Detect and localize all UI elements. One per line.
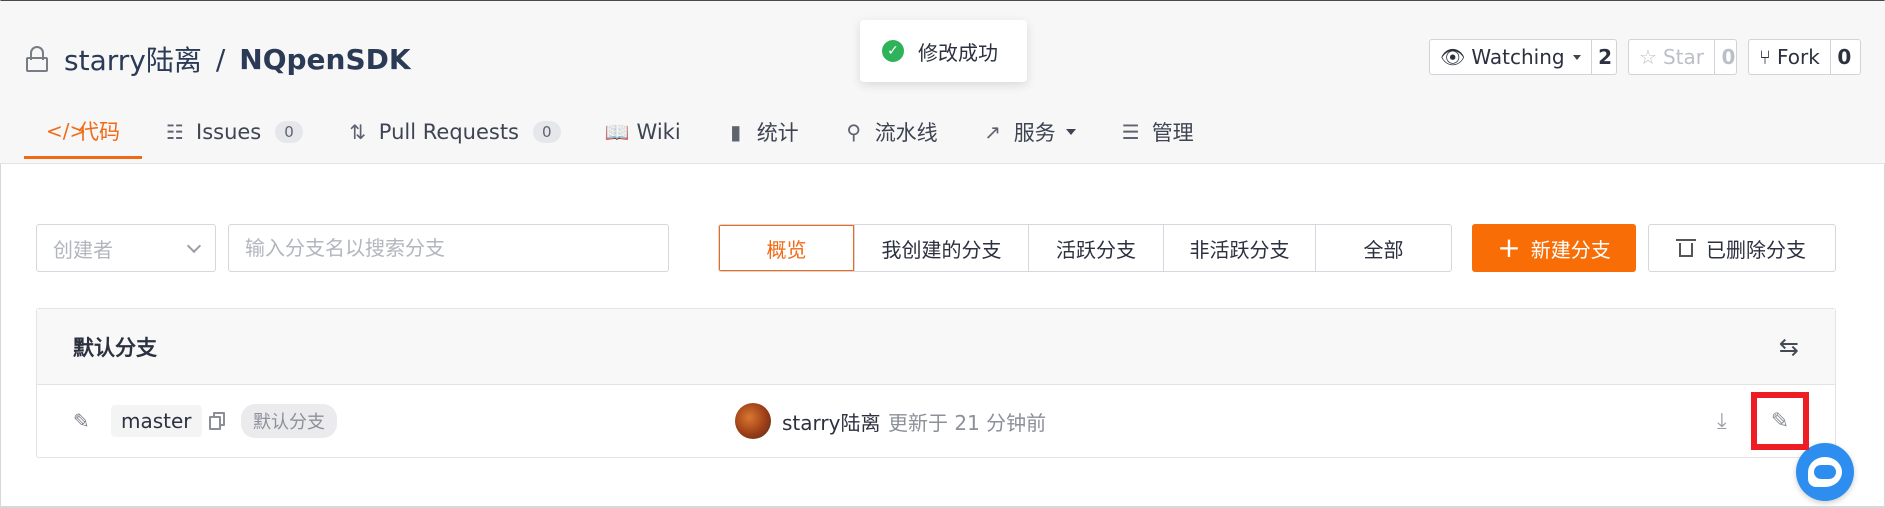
creator-select[interactable]: 创建者 xyxy=(36,224,216,272)
panel-header: 默认分支 ⇆ xyxy=(37,309,1835,385)
tab-issues-label: Issues xyxy=(196,120,262,144)
repo-owner-link[interactable]: starry陆离 xyxy=(64,39,202,79)
tab-stats[interactable]: ▮ 统计 xyxy=(703,105,821,159)
watch-button[interactable]: 👁 Watching 2 xyxy=(1429,39,1617,75)
watch-label: Watching xyxy=(1471,45,1565,69)
branch-filter-tabs: 概览 我创建的分支 活跃分支 非活跃分支 全部 xyxy=(718,224,1452,272)
tab-wiki-label: Wiki xyxy=(636,120,681,144)
repo-title: starry陆离 / NQpenSDK xyxy=(26,41,411,77)
repo-nav: </> 代码 ☷ Issues 0 ⇅ Pull Requests 0 📖 Wi… xyxy=(24,109,1216,165)
chat-bubble-icon xyxy=(1808,457,1842,487)
tab-wiki[interactable]: 📖 Wiki xyxy=(583,105,703,159)
help-chat-button[interactable] xyxy=(1796,443,1854,501)
avatar[interactable] xyxy=(735,403,771,439)
default-branch-panel: 默认分支 ⇆ ✎ master 默认分支 starry陆离 更新于 21 分钟前… xyxy=(36,308,1836,458)
pipeline-icon: ⚲ xyxy=(846,120,862,144)
manage-doc-icon: ☰ xyxy=(1121,120,1140,144)
branch-edit-icon: ✎ xyxy=(73,409,90,433)
lock-icon xyxy=(26,46,48,72)
tab-manage[interactable]: ☰ 管理 xyxy=(1098,105,1216,159)
repo-separator: / xyxy=(215,42,226,76)
fork-button[interactable]: ⑂ Fork 0 xyxy=(1748,39,1861,75)
tab-services-label: 服务 xyxy=(1013,121,1056,145)
branch-search-input[interactable] xyxy=(228,224,669,272)
star-label: Star xyxy=(1662,45,1704,69)
issues-count-badge: 0 xyxy=(275,121,303,143)
repo-name-link[interactable]: NQpenSDK xyxy=(239,43,410,76)
download-icon[interactable]: ⤓ xyxy=(1717,409,1727,434)
tab-code[interactable]: </> 代码 xyxy=(24,105,142,159)
panel-title: 默认分支 xyxy=(73,335,157,360)
new-branch-label: 新建分支 xyxy=(1530,237,1611,262)
wiki-book-icon: 📖 xyxy=(604,120,630,144)
fork-label-wrap[interactable]: ⑂ Fork xyxy=(1749,40,1830,74)
tab-inactive-branches[interactable]: 非活跃分支 xyxy=(1163,225,1315,271)
watch-label-wrap[interactable]: 👁 Watching xyxy=(1430,40,1591,74)
tab-all-branches[interactable]: 全部 xyxy=(1315,225,1451,271)
fork-icon: ⑂ xyxy=(1759,45,1771,69)
fork-label: Fork xyxy=(1777,45,1820,69)
trash-icon xyxy=(1676,239,1696,257)
author-link[interactable]: starry陆离 xyxy=(782,407,880,436)
star-label-wrap[interactable]: ☆ Star xyxy=(1629,40,1714,74)
tab-code-label: 代码 xyxy=(78,119,120,144)
issues-icon: ☷ xyxy=(166,120,184,144)
pull-request-icon: ⇅ xyxy=(349,120,367,144)
pull-requests-count-badge: 0 xyxy=(533,121,561,143)
tab-manage-label: 管理 xyxy=(1151,121,1194,145)
tab-my-branches[interactable]: 我创建的分支 xyxy=(854,225,1028,271)
edit-icon[interactable]: ✎ xyxy=(1771,409,1789,434)
tab-overview[interactable]: 概览 xyxy=(719,225,854,271)
swap-arrows-icon[interactable]: ⇆ xyxy=(1779,333,1799,361)
branch-row: ✎ master 默认分支 starry陆离 更新于 21 分钟前 ⤓ xyxy=(37,385,1835,457)
updated-time: 更新于 21 分钟前 xyxy=(888,410,1047,435)
star-count[interactable]: 0 xyxy=(1713,40,1742,74)
stats-bar-icon: ▮ xyxy=(730,120,742,144)
chevron-down-icon xyxy=(1065,129,1076,135)
tab-issues[interactable]: ☷ Issues 0 xyxy=(142,105,325,159)
star-button[interactable]: ☆ Star 0 xyxy=(1628,39,1737,75)
plus-icon: + xyxy=(1497,231,1521,264)
check-circle-icon: ✓ xyxy=(882,40,904,62)
chevron-down-icon xyxy=(186,238,202,253)
fork-count[interactable]: 0 xyxy=(1829,40,1858,74)
tab-services[interactable]: ↗ 服务 xyxy=(960,105,1098,159)
deleted-branches-label: 已删除分支 xyxy=(1706,237,1806,262)
toast-message: 修改成功 xyxy=(918,40,998,65)
tab-pull-requests[interactable]: ⇅ Pull Requests 0 xyxy=(325,105,583,159)
watch-count[interactable]: 2 xyxy=(1590,40,1619,74)
star-icon: ☆ xyxy=(1639,45,1657,69)
tab-stats-label: 统计 xyxy=(756,121,799,145)
copy-icon[interactable] xyxy=(209,412,225,430)
tab-pull-requests-label: Pull Requests xyxy=(378,120,519,144)
creator-placeholder: 创建者 xyxy=(53,237,113,262)
eye-icon: 👁 xyxy=(1440,45,1466,69)
branch-name-link[interactable]: master xyxy=(111,405,202,437)
edit-highlight-box[interactable]: ✎ xyxy=(1751,392,1809,450)
tab-pipeline-label: 流水线 xyxy=(874,121,938,145)
chevron-down-icon xyxy=(1572,54,1581,60)
new-branch-button[interactable]: + 新建分支 xyxy=(1472,224,1636,272)
success-toast: ✓ 修改成功 xyxy=(860,20,1027,82)
code-icon: </> xyxy=(46,118,87,143)
default-branch-badge: 默认分支 xyxy=(241,404,337,438)
deleted-branches-button[interactable]: 已删除分支 xyxy=(1648,224,1836,272)
tab-active-branches[interactable]: 活跃分支 xyxy=(1028,225,1163,271)
tab-pipeline[interactable]: ⚲ 流水线 xyxy=(821,105,960,159)
service-chart-icon: ↗ xyxy=(984,120,1002,144)
